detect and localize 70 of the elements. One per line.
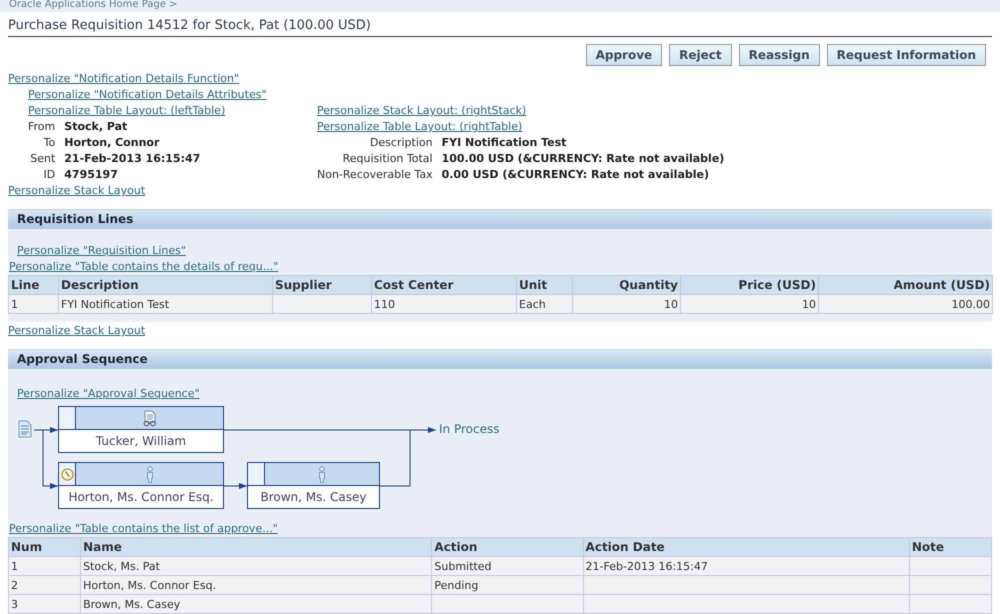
approver-name: Horton, Ms. Connor Esq. xyxy=(67,489,215,506)
column-header: Description xyxy=(58,276,272,294)
table-cell: 10 xyxy=(680,294,818,314)
column-header: Num xyxy=(8,538,81,556)
field-label: From xyxy=(28,119,56,135)
action-button[interactable]: Reject xyxy=(669,44,732,66)
column-header: Price (USD) xyxy=(680,276,818,294)
section-header: Approval Sequence xyxy=(8,349,992,369)
column-header: Line xyxy=(8,276,58,294)
field-label: Sent xyxy=(29,151,56,167)
field-value: Stock, Pat xyxy=(64,119,128,135)
column-header: Unit xyxy=(516,276,572,294)
personalize-link[interactable]: Personalize Stack Layout xyxy=(8,183,146,199)
table-cell: 1 xyxy=(8,556,81,576)
field-label: To xyxy=(42,135,56,151)
column-header: Action xyxy=(432,538,584,556)
table-cell: 3 xyxy=(8,594,81,614)
field-label: ID xyxy=(42,167,56,183)
approver-name: Brown, Ms. Casey xyxy=(260,489,368,506)
personalize-link[interactable]: Personalize "Table contains the list of approve..." xyxy=(9,521,278,537)
personalize-link[interactable]: Personalize Table Layout: (leftTable) xyxy=(28,103,226,119)
column-header: Quantity xyxy=(572,276,680,294)
personalize-link[interactable]: Personalize "Notification Details Attributes" xyxy=(28,87,267,103)
table-cell: Each xyxy=(516,294,572,314)
person-icon xyxy=(318,466,326,482)
clock-icon xyxy=(60,468,74,480)
table-cell: Submitted xyxy=(432,556,584,576)
table-cell: 21-Feb-2013 16:15:47 xyxy=(583,556,910,576)
status-label: In Process xyxy=(439,422,500,436)
table-cell: 10 xyxy=(572,294,680,314)
page-title: Purchase Requisition 14512 for Stock, Pat (100.00 USD) xyxy=(8,14,992,37)
table-cell: 2 xyxy=(8,576,81,594)
field-value: FYI Notification Test xyxy=(442,135,568,151)
action-button[interactable]: Reassign xyxy=(738,44,820,66)
field-value: 4795197 xyxy=(64,167,119,183)
approver-name: Tucker, William xyxy=(94,433,188,450)
column-header: Action Date xyxy=(583,538,910,556)
column-header: Amount (USD) xyxy=(818,276,992,294)
table-cell: Stock, Ms. Pat xyxy=(80,556,432,576)
table-cell: 1 xyxy=(8,294,58,314)
table-cell: 110 xyxy=(372,294,516,314)
column-header: Name xyxy=(80,538,432,556)
person-icon xyxy=(146,466,154,482)
personalize-link[interactable]: Personalize "Notification Details Function" xyxy=(8,71,240,87)
table-cell: Pending xyxy=(432,576,584,594)
personalize-link[interactable]: Personalize "Approval Sequence" xyxy=(17,386,200,402)
personalize-link[interactable]: Personalize Table Layout: (rightTable) xyxy=(317,119,522,135)
column-header: Cost Center xyxy=(372,276,516,294)
column-header: Supplier xyxy=(272,276,372,294)
personalize-link[interactable]: Personalize "Table contains the details of requ..." xyxy=(9,259,278,275)
personalize-link[interactable]: Personalize Stack Layout xyxy=(8,323,146,339)
field-label: Non-Recoverable Tax xyxy=(317,167,433,183)
section-header: Requisition Lines xyxy=(8,209,992,229)
field-value: Horton, Connor xyxy=(64,135,160,151)
column-header: Note xyxy=(909,538,992,556)
document-glasses-icon xyxy=(142,410,158,426)
table-cell: Horton, Ms. Connor Esq. xyxy=(80,576,432,594)
personalize-link[interactable]: Personalize Stack Layout: (rightStack) xyxy=(317,103,526,119)
field-value: 100.00 USD (&CURRENCY: Rate not available) xyxy=(442,151,724,167)
personalize-link[interactable]: Personalize "Requisition Lines" xyxy=(17,243,186,259)
table-cell: 100.00 xyxy=(818,294,992,314)
field-label: Requisition Total xyxy=(342,151,433,167)
table-cell: Brown, Ms. Casey xyxy=(80,594,432,614)
field-value: 0.00 USD (&CURRENCY: Rate not available) xyxy=(442,167,710,183)
action-button[interactable]: Request Information xyxy=(826,44,986,66)
field-value: 21-Feb-2013 16:15:47 xyxy=(64,151,200,167)
field-label: Description xyxy=(368,135,433,151)
table-cell: FYI Notification Test xyxy=(58,294,272,314)
action-button[interactable]: Approve xyxy=(586,44,662,66)
document-icon xyxy=(18,420,32,438)
